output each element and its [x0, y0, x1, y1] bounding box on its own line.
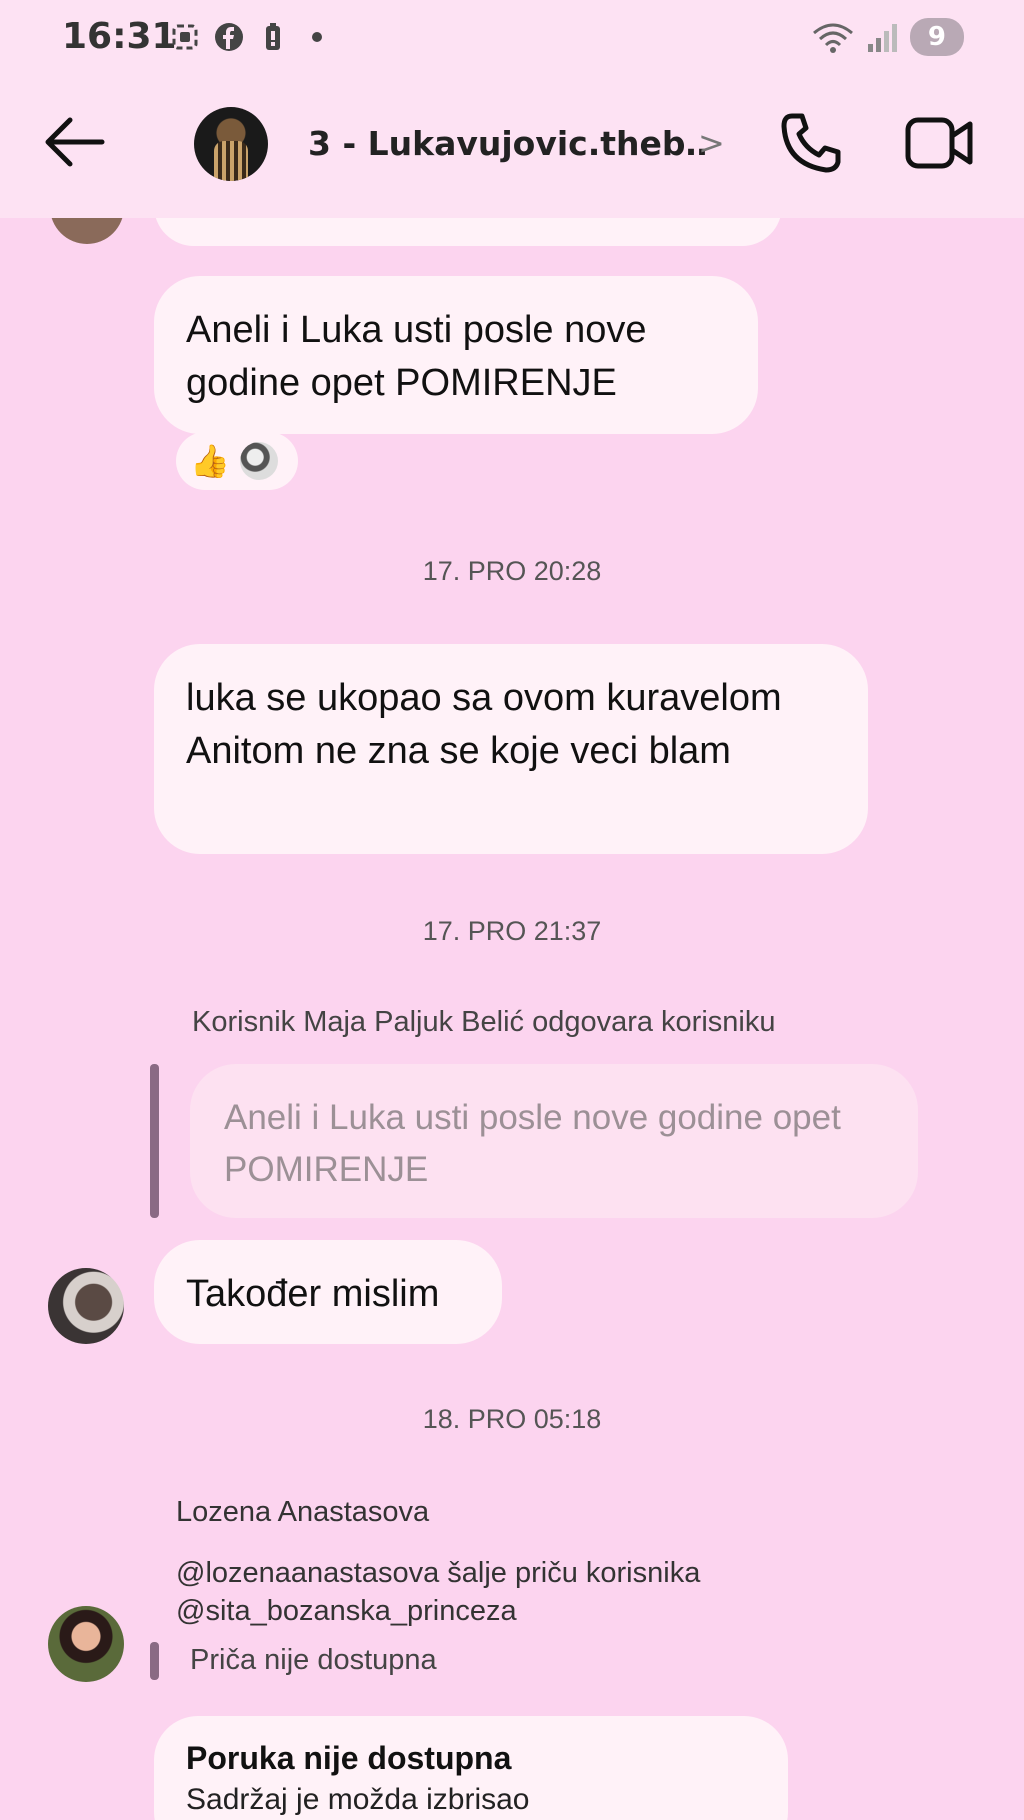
notification-dot — [312, 32, 322, 42]
facebook-icon — [215, 23, 243, 51]
quoted-text: Aneli i Luka usti posle nove godine opet… — [224, 1098, 841, 1189]
timestamp: 17. PRO 21:37 — [422, 916, 602, 946]
status-icons — [170, 22, 322, 52]
screenshot-icon — [172, 24, 198, 50]
unavailable-subtitle: Sadržaj je možda izbrisao — [186, 1783, 530, 1816]
reactor-avatar — [239, 442, 278, 480]
top-bar: 16:31 9 3 - Lukavujovic.theb… > — [0, 0, 1024, 218]
sender-avatar[interactable] — [48, 1606, 124, 1682]
signal-icon — [867, 24, 897, 52]
timestamp: 17. PRO 20:28 — [422, 556, 602, 586]
battery-level: 9 — [927, 22, 946, 52]
share-line: @lozenaanastasova šalje priču korisnika — [176, 1557, 701, 1589]
message-text: Također mislim — [186, 1273, 440, 1315]
battery-indicator: 9 — [909, 18, 964, 56]
status-time: 16:31 — [62, 16, 177, 57]
wifi-icon — [812, 23, 853, 53]
sender-avatar[interactable] — [48, 1268, 124, 1344]
phone-call-icon[interactable] — [778, 110, 844, 176]
message-text: luka se ukopao sa ovom kuravelom Anitom … — [186, 677, 782, 772]
chevron-right-icon[interactable]: > — [698, 124, 725, 162]
battery-saver-icon — [266, 23, 280, 50]
reply-context-label: Korisnik Maja Paljuk Belić odgovara kori… — [192, 1006, 776, 1038]
unavailable-message-card[interactable]: Poruka nije dostupna Sadržaj je možda iz… — [154, 1716, 788, 1820]
back-arrow-icon[interactable] — [40, 112, 110, 172]
share-description: @lozenaanastasova šalje priču korisnika … — [176, 1554, 700, 1630]
status-right: 9 — [810, 18, 964, 56]
message-reactions[interactable]: 👍 — [176, 432, 298, 490]
timestamp: 18. PRO 05:18 — [422, 1404, 602, 1434]
message-bubble[interactable]: luka se ukopao sa ovom kuravelom Anitom … — [154, 644, 868, 854]
message-bubble[interactable]: Također mislim — [154, 1240, 502, 1344]
reply-indicator-bar — [150, 1064, 159, 1218]
thumbs-up-icon: 👍 — [190, 442, 230, 480]
chat-title[interactable]: 3 - Lukavujovic.theb… — [308, 124, 708, 163]
chat-avatar[interactable] — [194, 107, 268, 181]
story-unavailable-text: Priča nije dostupna — [190, 1644, 437, 1676]
message-bubble[interactable]: Aneli i Luka usti posle nove godine opet… — [154, 276, 758, 434]
share-sender-name: Lozena Anastasova — [176, 1496, 430, 1528]
message-text: Aneli i Luka usti posle nove godine opet… — [186, 309, 647, 404]
unavailable-title: Poruka nije dostupna — [186, 1740, 512, 1776]
share-line: @sita_bozanska_princeza — [176, 1595, 517, 1627]
quoted-message[interactable]: Aneli i Luka usti posle nove godine opet… — [190, 1064, 918, 1218]
story-indicator-bar — [150, 1642, 159, 1680]
video-call-icon[interactable] — [904, 112, 974, 174]
